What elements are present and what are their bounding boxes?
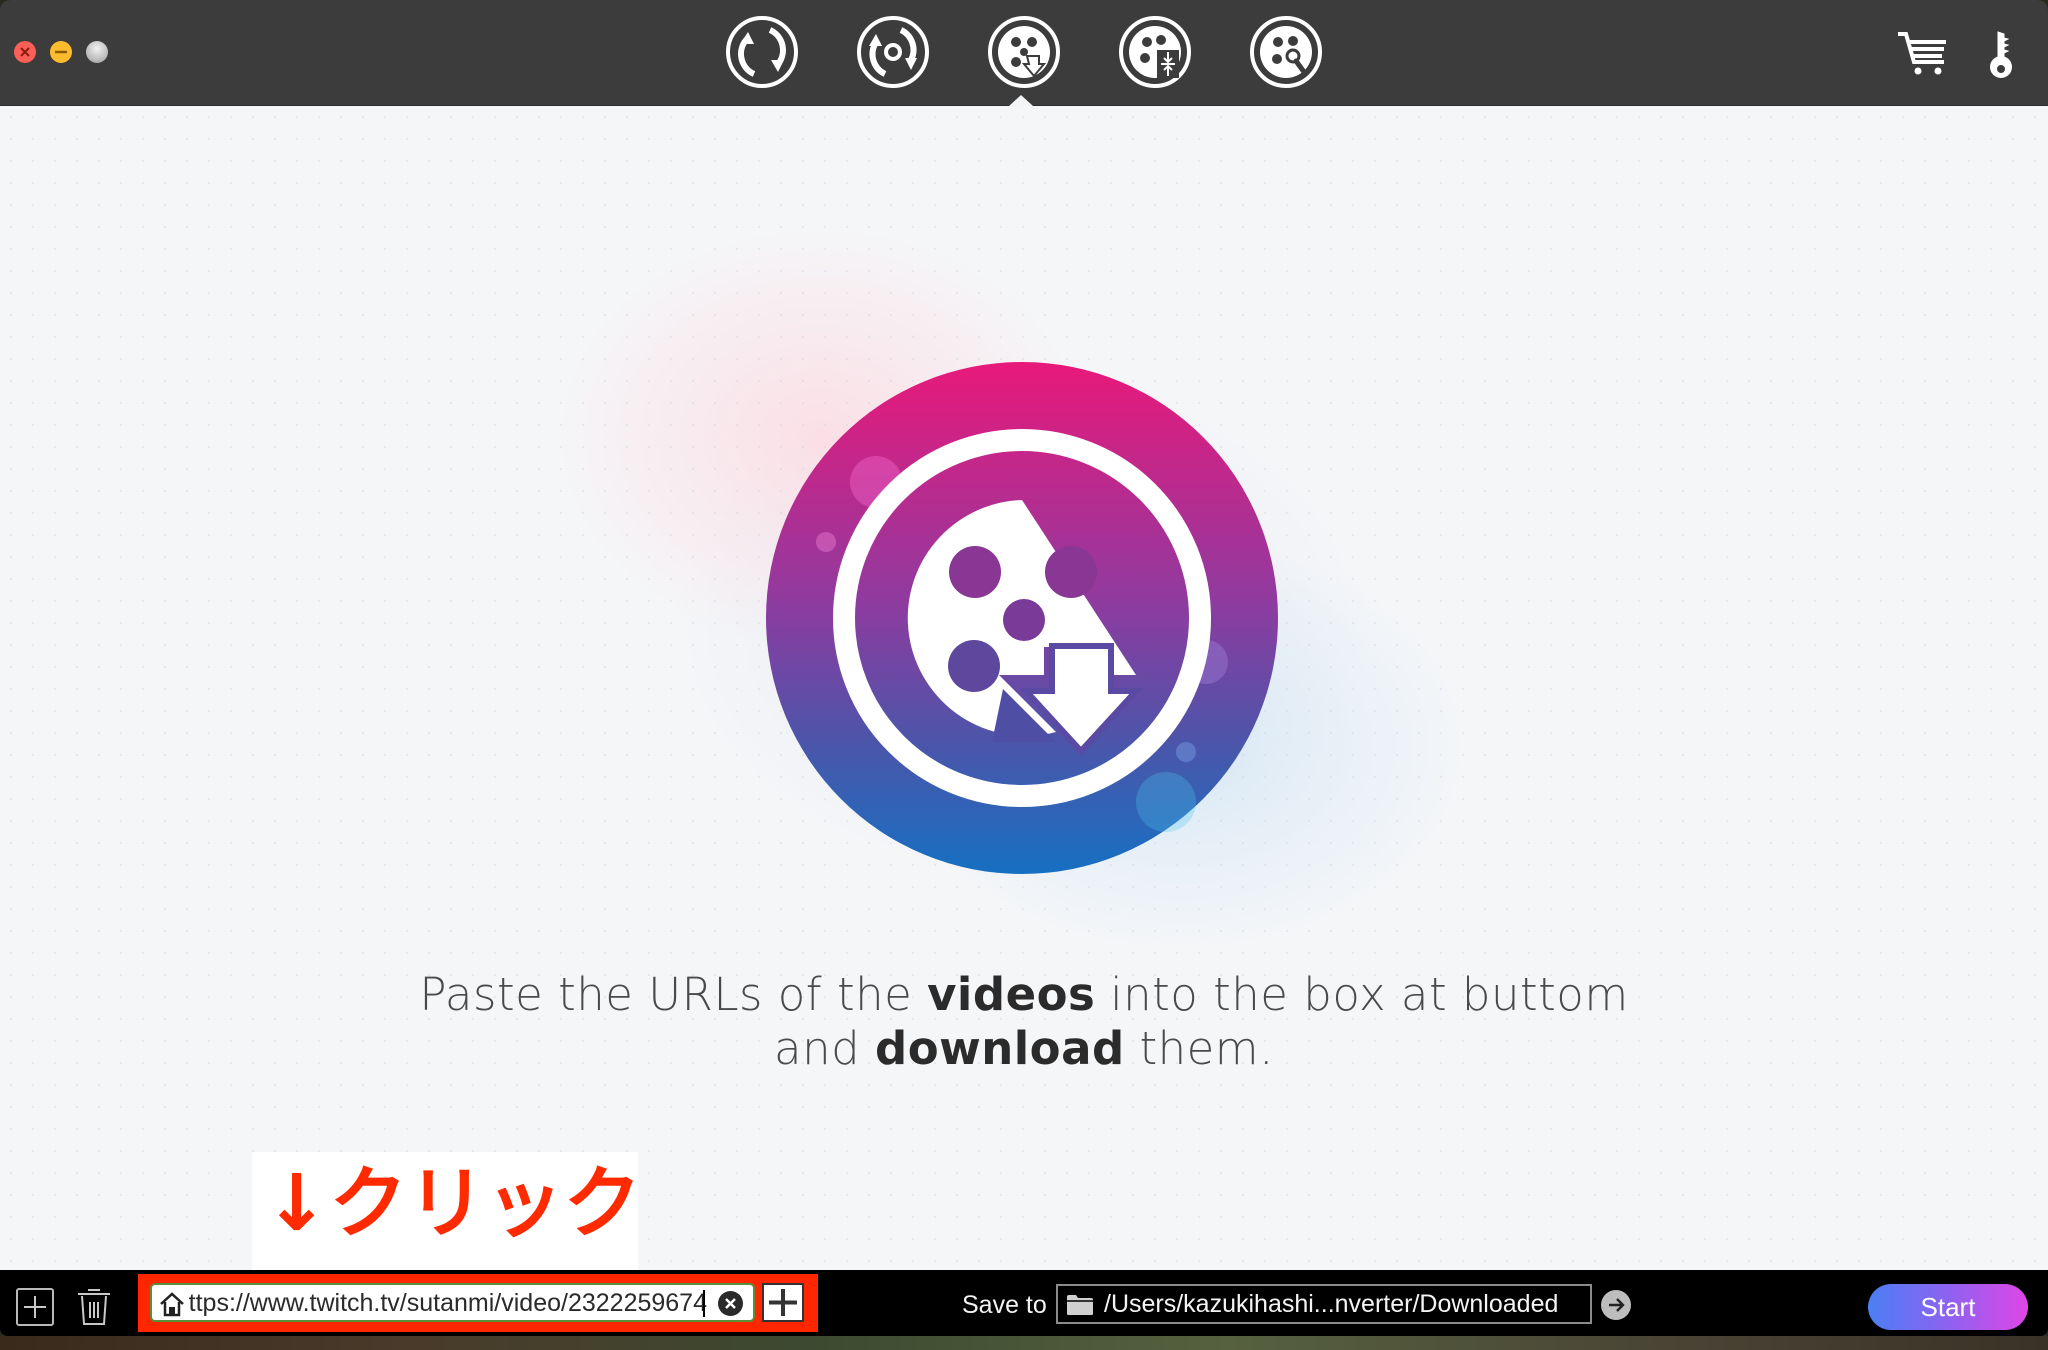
url-input[interactable]: https://www.twitch.tv/sutanmi/video/2322… bbox=[150, 1283, 755, 1322]
close-window-button[interactable] bbox=[14, 41, 36, 63]
tab-download[interactable] bbox=[986, 14, 1062, 90]
desktop-wallpaper bbox=[0, 1336, 2048, 1350]
save-to-label: Save to bbox=[962, 1291, 1047, 1319]
trash-icon bbox=[78, 1289, 110, 1325]
open-folder-button[interactable] bbox=[1601, 1290, 1631, 1320]
cart-icon bbox=[1898, 32, 1946, 75]
main-content: Paste the URLs of the videos into the bo… bbox=[0, 106, 2048, 1272]
video-download-icon bbox=[766, 362, 1278, 874]
add-url-button[interactable] bbox=[762, 1283, 804, 1322]
toolbox-icon bbox=[1250, 16, 1322, 88]
folder-icon bbox=[1067, 1295, 1093, 1315]
save-path-field[interactable]: /Users/kazukihashi...nverter/Downloaded bbox=[1056, 1284, 1592, 1324]
start-button[interactable]: Start bbox=[1868, 1284, 2028, 1330]
click-annotation: ↓クリック bbox=[252, 1152, 642, 1272]
clear-icon bbox=[725, 1298, 736, 1309]
minimize-window-button[interactable] bbox=[50, 41, 72, 63]
tab-toolbox[interactable] bbox=[1248, 14, 1324, 90]
text-caret bbox=[703, 1290, 705, 1317]
save-path-value: /Users/kazukihashi...nverter/Downloaded bbox=[1104, 1290, 1559, 1318]
purchase-button[interactable] bbox=[1896, 30, 1950, 78]
plus-icon bbox=[769, 1289, 797, 1316]
active-tab-indicator bbox=[1009, 95, 1033, 106]
arrow-right-icon bbox=[1609, 1298, 1625, 1312]
instruction-text: Paste the URLs of the videos into the bo… bbox=[419, 968, 1629, 1075]
tab-convert[interactable] bbox=[724, 14, 800, 90]
close-icon bbox=[20, 47, 30, 57]
delete-button[interactable] bbox=[72, 1284, 116, 1328]
home-icon bbox=[160, 1292, 184, 1317]
compress-video-icon bbox=[1119, 16, 1191, 88]
url-input-value: https://www.twitch.tv/sutanmi/video/2322… bbox=[188, 1289, 707, 1317]
convert-icon bbox=[726, 16, 798, 88]
add-file-button[interactable] bbox=[16, 1288, 54, 1326]
mode-tabs bbox=[724, 14, 1324, 90]
app-window: Paste the URLs of the videos into the bo… bbox=[0, 0, 2048, 1336]
burn-dvd-icon bbox=[857, 16, 929, 88]
key-icon bbox=[1990, 31, 2012, 78]
title-bar bbox=[0, 0, 2048, 106]
bottom-bar: https://www.twitch.tv/sutanmi/video/2322… bbox=[0, 1270, 2048, 1336]
minimize-icon bbox=[55, 50, 67, 54]
annotation-text: ↓クリック bbox=[264, 1159, 642, 1249]
register-button[interactable] bbox=[1986, 30, 2018, 80]
download-video-icon bbox=[988, 16, 1060, 88]
zoom-window-button[interactable] bbox=[86, 41, 108, 63]
plus-icon bbox=[24, 1296, 46, 1318]
tab-burn[interactable] bbox=[855, 14, 931, 90]
tab-compress[interactable] bbox=[1117, 14, 1193, 90]
clear-url-button[interactable] bbox=[718, 1291, 743, 1316]
